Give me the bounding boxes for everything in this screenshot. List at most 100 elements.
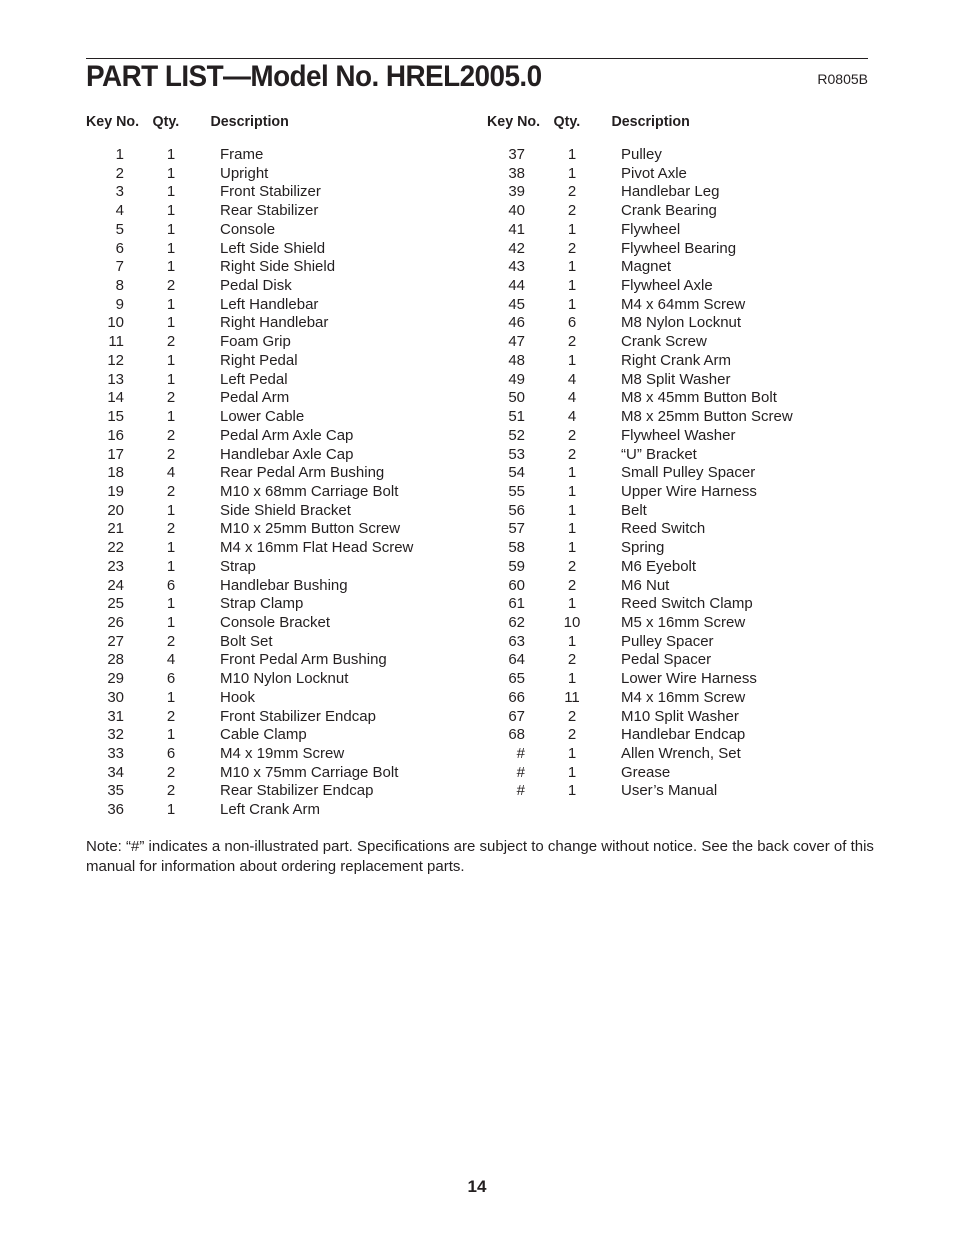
qty-cell: 1 — [567, 670, 577, 688]
key-no-cell: 34 — [107, 763, 124, 781]
key-no-cell: 56 — [508, 501, 525, 519]
description-cell: Flywheel Axle — [621, 277, 713, 295]
header-key-no: Key No. — [86, 113, 140, 130]
header-qty: Qty. — [152, 113, 180, 130]
description-cell: Strap Clamp — [220, 595, 304, 613]
qty-cell: 2 — [166, 482, 176, 500]
qty-cell: 4 — [567, 389, 577, 407]
description-cell: Pulley — [621, 146, 662, 163]
qty-cell: 4 — [567, 370, 577, 388]
qty-cell: 6 — [166, 576, 176, 594]
qty-cell: 1 — [166, 801, 176, 819]
qty-cell: 1 — [166, 613, 176, 631]
qty-cell: 1 — [166, 295, 176, 313]
key-no-cell: 50 — [508, 389, 525, 407]
qty-cell: 2 — [166, 389, 176, 407]
description-cell: M8 Nylon Locknut — [621, 314, 742, 332]
description-cell: Reed Switch — [621, 520, 706, 538]
description-cell: Right Crank Arm — [621, 351, 732, 369]
qty-cell: 1 — [166, 726, 176, 744]
key-no-cell: 58 — [508, 539, 525, 557]
description-cell: Cable Clamp — [220, 726, 307, 744]
key-no-cell: # — [516, 745, 525, 762]
key-no-cell: 9 — [115, 295, 124, 313]
key-no-cell: 37 — [508, 146, 525, 163]
description-cell: Flywheel Washer — [621, 426, 736, 444]
qty-cell: 4 — [567, 408, 577, 426]
qty-cell: 6 — [567, 314, 577, 332]
description-cell: M10 x 68mm Carriage Bolt — [220, 482, 399, 500]
key-no-cell: 15 — [107, 408, 124, 426]
description-cell: Left Crank Arm — [220, 801, 321, 819]
qty-cell: 1 — [567, 464, 577, 482]
description-cell: Upright — [220, 164, 269, 182]
key-no-cell: 30 — [107, 688, 124, 706]
key-no-cell: 27 — [107, 632, 124, 650]
key-no-cell: 61 — [508, 595, 525, 613]
qty-cell: 1 — [567, 277, 577, 295]
qty-cell: 2 — [567, 333, 577, 351]
key-no-cell: 48 — [508, 351, 525, 369]
qty-cell: 1 — [166, 370, 176, 388]
document-code: R0805B — [817, 71, 868, 87]
description-cell: M6 Nut — [621, 576, 670, 594]
description-cell: Foam Grip — [220, 333, 291, 351]
qty-cell: 1 — [567, 258, 577, 276]
key-no-cell: 29 — [107, 670, 124, 688]
key-no-cell: 68 — [508, 726, 525, 744]
qty-cell: 1 — [567, 220, 577, 238]
description-cell: Allen Wrench, Set — [621, 745, 741, 762]
description-cell: Rear Stabilizer — [220, 202, 319, 220]
key-no-cell: 52 — [508, 426, 525, 444]
qty-cell: 1 — [166, 220, 176, 238]
key-no-cell: 55 — [508, 482, 525, 500]
qty-cell: 2 — [567, 651, 577, 669]
key-no-cell: 49 — [508, 370, 525, 388]
page-number: 14 — [467, 1177, 487, 1196]
qty-cell: 1 — [567, 520, 577, 538]
key-no-cell: 44 — [508, 277, 525, 295]
qty-cell: 2 — [166, 520, 176, 538]
key-no-cell: 1 — [115, 146, 124, 163]
qty-cell: 1 — [166, 539, 176, 557]
key-no-cell: 51 — [508, 408, 525, 426]
key-no-cell: 10 — [107, 314, 124, 332]
qty-cell: 2 — [166, 333, 176, 351]
key-no-cell: 23 — [107, 557, 124, 575]
qty-cell: 2 — [567, 726, 577, 744]
description-cell: Left Handlebar — [220, 295, 319, 313]
qty-cell: 1 — [567, 146, 577, 163]
qty-cell: 1 — [567, 351, 577, 369]
page-title: PART LIST—Model No. HREL2005.0 — [86, 60, 542, 93]
qty-cell: 1 — [567, 782, 577, 800]
description-cell: M4 x 16mm Flat Head Screw — [220, 539, 414, 557]
description-cell: Crank Screw — [621, 333, 707, 351]
description-cell: M8 x 45mm Button Bolt — [621, 389, 777, 407]
description-cell: Front Pedal Arm Bushing — [220, 651, 387, 669]
qty-cell: 1 — [166, 202, 176, 220]
footnote: Note: “#” indicates a non-illustrated pa… — [86, 838, 874, 875]
qty-cell: 10 — [563, 613, 581, 631]
key-no-cell: # — [516, 763, 525, 781]
description-cell: Right Pedal — [220, 351, 298, 369]
description-cell: M4 x 16mm Screw — [621, 688, 746, 706]
qty-cell: 2 — [166, 763, 176, 781]
key-no-cell: 38 — [508, 164, 525, 182]
key-no-cell: 45 — [508, 295, 525, 313]
description-cell: Reed Switch Clamp — [621, 595, 753, 613]
description-cell: M6 Eyebolt — [621, 557, 697, 575]
qty-cell: 11 — [564, 688, 580, 706]
key-no-cell: 21 — [107, 520, 124, 538]
qty-cell: 2 — [567, 445, 577, 463]
header-description: Description — [210, 113, 289, 130]
key-no-cell: 8 — [115, 277, 124, 295]
key-no-cell: 60 — [508, 576, 525, 594]
description-cell: M5 x 16mm Screw — [621, 613, 746, 631]
description-cell: Grease — [621, 763, 671, 781]
qty-cell: 4 — [166, 464, 176, 482]
qty-cell: 2 — [166, 707, 176, 725]
description-cell: Bolt Set — [220, 632, 273, 650]
key-no-cell: 65 — [508, 670, 525, 688]
header-description: Description — [611, 113, 690, 130]
description-cell: Handlebar Leg — [621, 183, 720, 201]
